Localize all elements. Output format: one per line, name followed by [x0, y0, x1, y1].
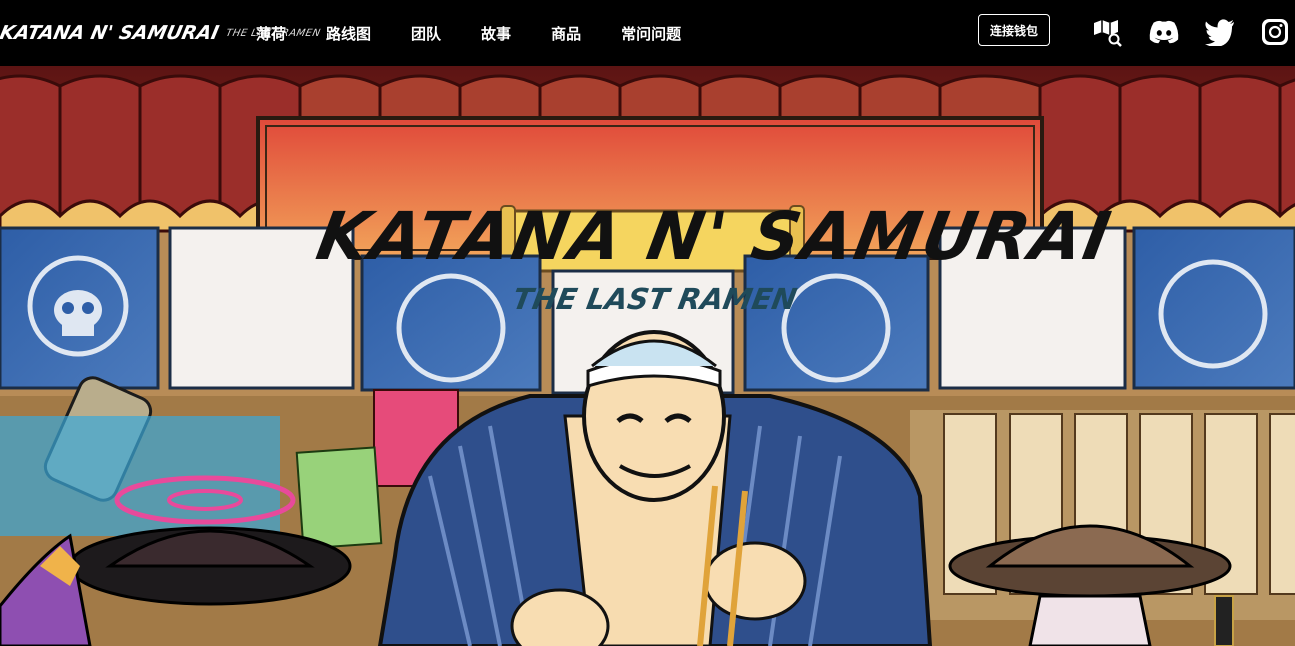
nav-item-faq[interactable]: 常问问题 — [621, 23, 681, 44]
map-search-icon[interactable] — [1091, 16, 1123, 48]
main-nav: 薄荷 路线图 团队 故事 商品 常问问题 — [256, 0, 681, 66]
nav-item-mint[interactable]: 薄荷 — [256, 23, 286, 44]
discord-icon[interactable] — [1148, 16, 1180, 48]
ramen-shop-artwork — [0, 66, 1295, 646]
twitter-icon[interactable] — [1204, 16, 1236, 48]
top-navigation-bar: KATANA N' SAMURAI THE LAST RAMEN 薄荷 路线图 … — [0, 0, 1295, 66]
connect-wallet-button[interactable]: 连接钱包 — [978, 14, 1050, 46]
hero-illustration: KATANA N' SAMURAI THE LAST RAMEN — [0, 66, 1295, 646]
nav-item-team[interactable]: 团队 — [411, 23, 441, 44]
nav-item-merch[interactable]: 商品 — [551, 23, 581, 44]
instagram-icon[interactable] — [1259, 16, 1291, 48]
logo-main-text: KATANA N' SAMURAI — [0, 22, 221, 44]
nav-item-roadmap[interactable]: 路线图 — [326, 23, 371, 44]
hero-subtitle: THE LAST RAMEN — [510, 282, 800, 316]
hero-title: KATANA N' SAMURAI — [311, 198, 1118, 275]
nav-item-story[interactable]: 故事 — [481, 23, 511, 44]
